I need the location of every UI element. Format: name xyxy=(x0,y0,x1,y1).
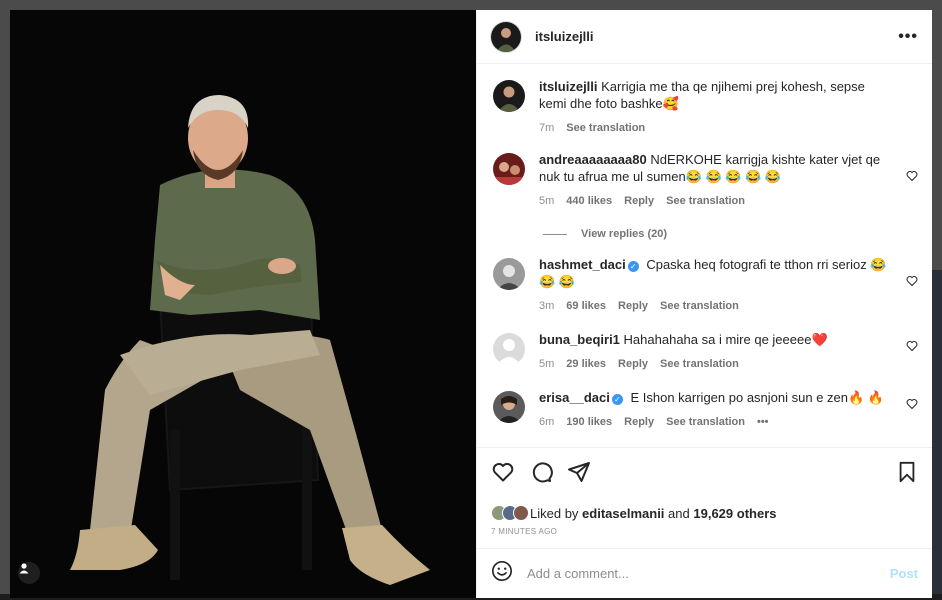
likes-summary: Liked by editaselmanii and 19,629 others xyxy=(491,505,918,521)
comment-time[interactable]: 3m xyxy=(539,298,554,315)
see-translation-button[interactable]: See translation xyxy=(660,298,739,315)
post-modal: itsluizejlli ••• itsluizejlli Karrigia m… xyxy=(10,10,932,598)
post-actions: Liked by editaselmanii and 19,629 others… xyxy=(477,447,932,536)
view-replies-label[interactable]: View replies (20) xyxy=(581,228,667,240)
liked-by-prefix: Liked by xyxy=(530,505,579,521)
comment-likes[interactable]: 190 likes xyxy=(566,414,612,431)
add-comment-bar: Post xyxy=(477,548,932,598)
comment-like-heart-icon[interactable] xyxy=(906,397,918,415)
comment-more-options[interactable]: ••• xyxy=(757,414,769,431)
heart-icon[interactable] xyxy=(491,460,515,489)
comment-like-heart-icon[interactable] xyxy=(906,274,918,292)
view-replies-button[interactable]: View replies (20) xyxy=(543,228,918,240)
post-comment-button[interactable]: Post xyxy=(890,566,918,581)
comment-icon[interactable] xyxy=(529,460,553,489)
comment-time[interactable]: 5m xyxy=(539,193,554,210)
view-replies-line xyxy=(543,233,567,235)
emoji-icon[interactable] xyxy=(491,560,513,587)
post-side-panel: itsluizejlli ••• itsluizejlli Karrigia m… xyxy=(476,10,932,598)
background-page-strip xyxy=(932,270,942,600)
comment-likes[interactable]: 29 likes xyxy=(566,356,606,373)
reply-button[interactable]: Reply xyxy=(618,298,648,315)
comment-like-heart-icon[interactable] xyxy=(906,339,918,357)
bookmark-icon[interactable] xyxy=(896,461,918,488)
comment-username[interactable]: hashmet_daci xyxy=(539,257,626,272)
comment-input[interactable] xyxy=(527,566,890,581)
caption-see-translation[interactable]: See translation xyxy=(566,120,645,137)
liked-by-others[interactable]: 19,629 others xyxy=(693,506,776,521)
post-header: itsluizejlli ••• xyxy=(477,10,932,64)
liked-by-user[interactable]: editaselmanii xyxy=(582,506,664,521)
comment-username[interactable]: erisa__daci xyxy=(539,390,610,405)
caption-username[interactable]: itsluizejlli xyxy=(539,79,598,94)
comment-text: E Ishon karrigen po asnjoni sun e zen🔥 🔥 xyxy=(630,390,884,405)
reply-button[interactable]: Reply xyxy=(624,193,654,210)
author-avatar[interactable] xyxy=(491,21,521,52)
more-options-icon[interactable]: ••• xyxy=(898,28,918,46)
liked-by-connector: and xyxy=(668,505,690,521)
action-icons xyxy=(491,460,918,489)
post-photo[interactable] xyxy=(10,10,476,598)
caption: itsluizejlli Karrigia me tha qe njihemi … xyxy=(493,78,918,137)
reply-button[interactable]: Reply xyxy=(618,356,648,373)
comment-item: hashmet_daci ✓ Cpaska heq fotografi te tt… xyxy=(493,256,918,315)
comment-text: Hahahahaha sa i mire qe jeeeee❤️ xyxy=(623,332,828,347)
caption-time[interactable]: 7m xyxy=(539,120,554,137)
comment-like-heart-icon[interactable] xyxy=(906,169,918,187)
author-username[interactable]: itsluizejlli xyxy=(535,29,594,44)
comment-item: andreaaaaaaaa80 NdERKOHE karrigja kishte… xyxy=(493,151,918,210)
caption-avatar[interactable] xyxy=(493,80,525,112)
see-translation-button[interactable]: See translation xyxy=(666,193,745,210)
comment-item: buna_beqiri1 Hahahahaha sa i mire qe jee… xyxy=(493,331,918,373)
commenter-avatar[interactable] xyxy=(493,153,525,185)
share-icon[interactable] xyxy=(567,460,591,489)
see-translation-button[interactable]: See translation xyxy=(666,414,745,431)
commenter-avatar[interactable] xyxy=(493,391,525,423)
commenter-avatar[interactable] xyxy=(493,258,525,290)
comment-likes[interactable]: 440 likes xyxy=(566,193,612,210)
reply-button[interactable]: Reply xyxy=(624,414,654,431)
photo-illustration xyxy=(10,10,476,598)
post-timestamp[interactable]: 7 MINUTES AGO xyxy=(491,527,918,536)
verified-badge-icon: ✓ xyxy=(627,261,639,272)
liker-avatars[interactable] xyxy=(491,505,529,521)
comment-time[interactable]: 6m xyxy=(539,414,554,431)
verified-badge-icon: ✓ xyxy=(611,394,623,405)
comment-username[interactable]: buna_beqiri1 xyxy=(539,332,620,347)
commenter-avatar[interactable] xyxy=(493,333,525,365)
user-tag-icon[interactable] xyxy=(18,562,40,584)
comment-item: erisa__daci ✓ E Ishon karrigen po asnjoni… xyxy=(493,389,918,431)
comment-username[interactable]: andreaaaaaaaa80 xyxy=(539,152,647,167)
comment-time[interactable]: 5m xyxy=(539,356,554,373)
comments-list[interactable]: itsluizejlli Karrigia me tha qe njihemi … xyxy=(477,64,932,447)
see-translation-button[interactable]: See translation xyxy=(660,356,739,373)
comment-likes[interactable]: 69 likes xyxy=(566,298,606,315)
